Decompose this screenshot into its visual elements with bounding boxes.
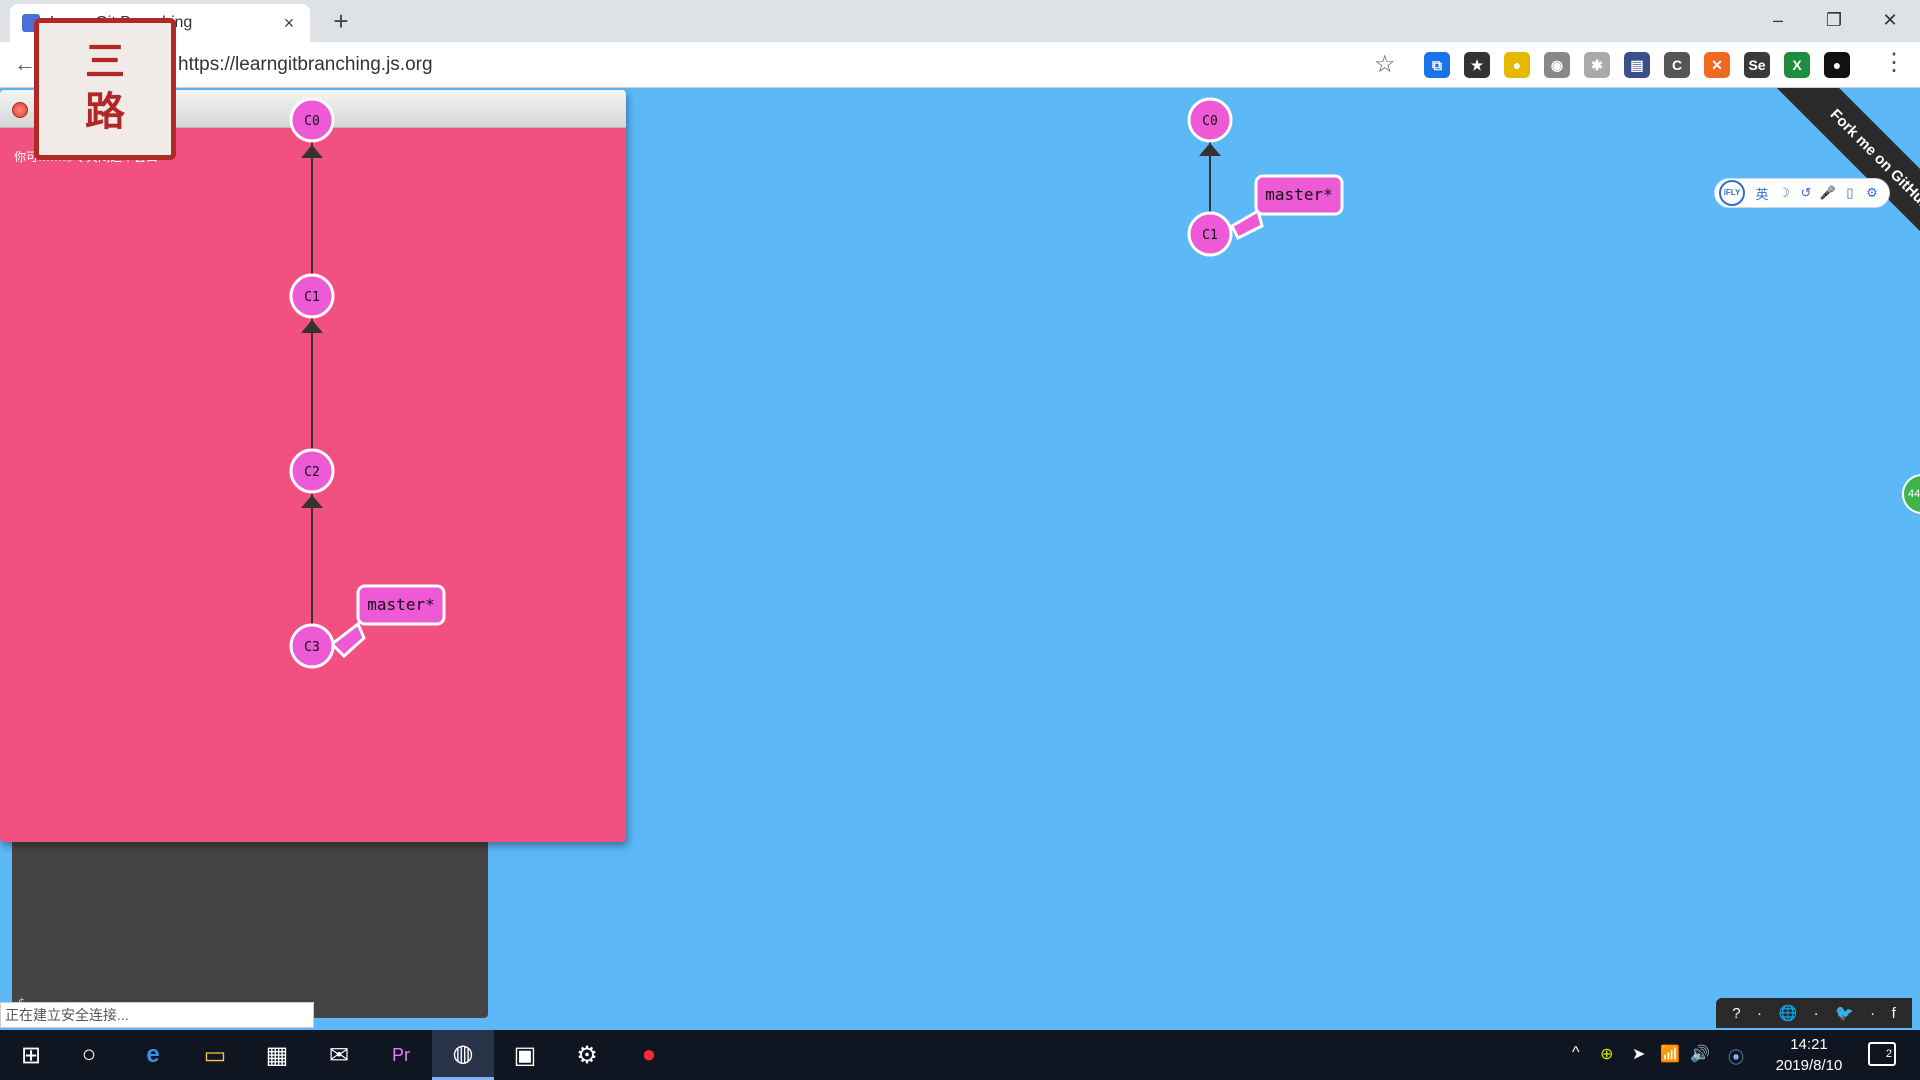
- moon-icon[interactable]: ☽: [1773, 185, 1795, 201]
- volume-icon[interactable]: 🔊: [1690, 1044, 1710, 1064]
- goal-arrowhead-c0: [301, 145, 323, 158]
- explorer-glyph: ▭: [203, 1041, 227, 1069]
- taskbar-mail-icon[interactable]: ✉: [308, 1030, 370, 1080]
- address-bar[interactable]: https://learngitbranching.js.org: [178, 54, 433, 76]
- wifi-icon[interactable]: 📶: [1660, 1044, 1680, 1064]
- goal-branch-pointer: [329, 621, 366, 659]
- learngitbranching-canvas: master* C0 C1 Fork me on GitHub iFLY 英 ☽…: [0, 88, 1920, 1030]
- minecraft-glyph: ▣: [513, 1041, 537, 1069]
- helper-separator: ·: [1757, 1004, 1762, 1022]
- goal-git-tree: master* C0 C1 C2 C3: [289, 97, 446, 669]
- coin-icon[interactable]: ●: [1504, 52, 1530, 78]
- seal-stamp-image: 三路: [34, 18, 176, 160]
- premiere-glyph: Pr: [392, 1044, 410, 1065]
- status-bubble: 正在建立安全连接...: [0, 1002, 314, 1028]
- taskbar-chrome-icon[interactable]: ◍: [432, 1030, 494, 1080]
- star-ext-icon[interactable]: ★: [1464, 52, 1490, 78]
- help-icon[interactable]: ?: [1732, 1005, 1740, 1022]
- search-glyph: ○: [81, 1041, 97, 1068]
- taskbar-premiere-icon[interactable]: Pr: [370, 1030, 432, 1080]
- globe-icon[interactable]: 🌐: [1778, 1004, 1797, 1022]
- microphone-icon[interactable]: 🎤: [1817, 185, 1839, 201]
- ifly-logo-icon[interactable]: iFLY: [1719, 180, 1745, 206]
- c-icon[interactable]: C: [1664, 52, 1690, 78]
- taskbar-search-icon[interactable]: ○: [58, 1030, 120, 1080]
- seal-stamp-glyph: 三路: [85, 38, 125, 135]
- edge-glyph: e: [146, 1041, 160, 1068]
- punctuation-icon[interactable]: ↺: [1795, 185, 1817, 201]
- tray-app-icon[interactable]: ⊕: [1600, 1044, 1613, 1064]
- goal-branch-label: master*: [367, 595, 434, 614]
- ifly-toolbar: iFLY 英 ☽ ↺ 🎤 ▯ ⚙: [1714, 178, 1890, 208]
- tab-bar: Learn Git Branching × + – ❐ ✕: [0, 0, 1920, 42]
- translate-icon[interactable]: ⧉: [1424, 52, 1450, 78]
- minimize-button[interactable]: –: [1750, 4, 1806, 36]
- taskbar-recorder-icon[interactable]: ●: [618, 1030, 680, 1080]
- clock-time: 14:21: [1790, 1036, 1828, 1053]
- se-icon[interactable]: Se: [1744, 52, 1770, 78]
- taskbar-start-icon[interactable]: ⊞: [0, 1030, 62, 1080]
- main-commit-c1-label: C1: [1202, 228, 1218, 243]
- main-commit-c0-label: C0: [1202, 114, 1218, 129]
- helper-separator: ·: [1870, 1004, 1876, 1022]
- window-icon[interactable]: ▤: [1624, 52, 1650, 78]
- main-branch-pointer: [1230, 208, 1264, 241]
- taskbar-minecraft-icon[interactable]: ▣: [494, 1030, 556, 1080]
- notification-center-button[interactable]: 2: [1868, 1042, 1896, 1066]
- taskbar-clock[interactable]: 14:21 2019/8/10: [1764, 1034, 1854, 1076]
- browser-toolbar: ← https://learngitbranching.js.org ☆ ⧉ ★ ●…: [0, 42, 1920, 88]
- start-glyph: ⊞: [20, 1041, 42, 1069]
- windows-taskbar: ⊞ ○ e ▭ ▦ ✉ Pr ◍ ▣ ⚙ ● ^ ⊕ ➤ 📶 🔊 ⦿ 14:21 2019/8/10…: [0, 1030, 1920, 1080]
- mail-glyph: ✉: [328, 1041, 350, 1069]
- taskbar-settings-icon[interactable]: ⚙: [556, 1030, 618, 1080]
- gear-ext-icon[interactable]: ✱: [1584, 52, 1610, 78]
- profile-icon[interactable]: ●: [1824, 52, 1850, 78]
- helper-separator: ·: [1813, 1004, 1819, 1022]
- main-edge-arrowhead: [1199, 143, 1221, 156]
- maximize-button[interactable]: ❐: [1806, 4, 1862, 36]
- main-branch-label: master*: [1265, 185, 1332, 204]
- recorder-glyph: ●: [641, 1041, 657, 1068]
- store-glyph: ▦: [265, 1041, 289, 1069]
- settings-icon[interactable]: ⚙: [1861, 185, 1883, 201]
- tab-close-icon[interactable]: ×: [280, 13, 298, 34]
- bookmark-star-icon[interactable]: ☆: [1374, 50, 1396, 79]
- facebook-icon[interactable]: f: [1892, 1005, 1896, 1022]
- tray-expand-icon[interactable]: ^: [1572, 1044, 1580, 1062]
- tray-send-icon[interactable]: ➤: [1632, 1044, 1645, 1064]
- chrome-glyph: ◍: [452, 1040, 474, 1067]
- goal-arrowhead-c1: [301, 320, 323, 333]
- goal-commit-c2-label: C2: [304, 465, 320, 480]
- back-arrow-icon[interactable]: ←: [14, 51, 36, 77]
- twitter-icon[interactable]: 🐦: [1835, 1004, 1854, 1022]
- goal-commit-c1-label: C1: [304, 290, 320, 305]
- new-tab-button[interactable]: +: [326, 6, 356, 37]
- settings-glyph: ⚙: [576, 1041, 598, 1069]
- x-excel-icon[interactable]: X: [1784, 52, 1810, 78]
- clock-date: 2019/8/10: [1775, 1057, 1843, 1074]
- menu-dots-icon[interactable]: ⋮: [1882, 48, 1906, 77]
- taskbar-store-icon[interactable]: ▦: [246, 1030, 308, 1080]
- tray-sync-icon[interactable]: ⦿: [1728, 1044, 1744, 1068]
- goal-commit-c0-label: C0: [304, 114, 320, 129]
- taskbar-edge-icon[interactable]: e: [122, 1030, 184, 1080]
- goal-arrowhead-c2: [301, 495, 323, 508]
- language-toggle[interactable]: 英: [1751, 184, 1773, 203]
- camera-icon[interactable]: ◉: [1544, 52, 1570, 78]
- goal-modal: 你可……命令关闭这个窗口 master* C0 C1 C2 C3: [0, 90, 626, 842]
- keyboard-icon[interactable]: ▯: [1839, 185, 1861, 201]
- close-window-button[interactable]: ✕: [1862, 4, 1918, 36]
- taskbar-explorer-icon[interactable]: ▭: [184, 1030, 246, 1080]
- helper-bar: ? · 🌐 · 🐦 · f: [1716, 998, 1912, 1028]
- goal-commit-c3-label: C3: [304, 640, 320, 655]
- cross-ext-icon[interactable]: ✕: [1704, 52, 1730, 78]
